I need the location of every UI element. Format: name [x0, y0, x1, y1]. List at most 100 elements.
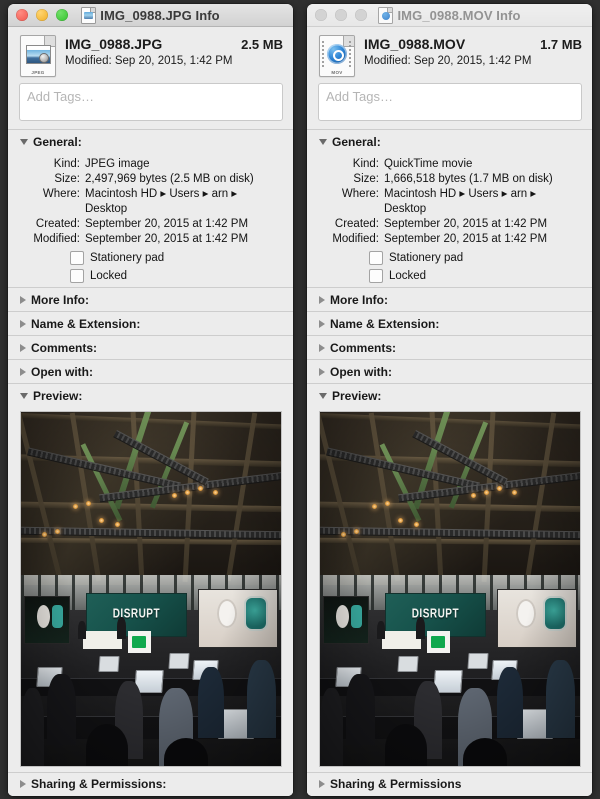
file-header-jpg: JPEG IMG_0988.JPG 2.5 MB Modified: Sep 2…: [8, 27, 293, 83]
row-label: Where:: [42, 188, 80, 200]
section-title: More Info:: [330, 292, 388, 307]
preview-image[interactable]: DISRUPT: [319, 411, 581, 767]
disclosure-triangle-open-icon[interactable]: [20, 393, 28, 399]
zoom-button[interactable]: [56, 9, 68, 21]
checkbox-stationery-pad[interactable]: Stationery pad: [369, 251, 584, 265]
section-preview-header[interactable]: Preview:: [307, 383, 592, 407]
row-value: JPEG image: [85, 158, 150, 170]
checkbox-label: Locked: [389, 270, 427, 282]
zoom-button[interactable]: [355, 9, 367, 21]
disclosure-triangle-closed-icon[interactable]: [319, 780, 325, 788]
desktop-background: IMG_0988.JPG Info JPEG IMG_0988.JPG 2.5 …: [0, 0, 600, 799]
disclosure-triangle-closed-icon[interactable]: [20, 343, 26, 352]
disclosure-triangle-closed-icon[interactable]: [20, 780, 26, 788]
quicktime-file-icon[interactable]: MOV: [319, 35, 355, 77]
checkbox-box[interactable]: [70, 269, 84, 283]
row-value: September 20, 2015 at 1:42 PM: [85, 233, 249, 245]
section-title: Open with:: [330, 364, 392, 379]
row-value-cont: Desktop: [384, 203, 427, 215]
checkbox-box[interactable]: [369, 269, 383, 283]
info-row-modified: Modified: September 20, 2015 at 1:42 PM: [307, 232, 584, 247]
disclosure-triangle-open-icon[interactable]: [20, 139, 28, 145]
window-title: IMG_0988.JPG Info: [100, 7, 220, 23]
row-value: Macintosh HD ▸ Users ▸ arn ▸: [384, 188, 537, 200]
minimize-button[interactable]: [36, 9, 48, 21]
tags-input[interactable]: Add Tags…: [318, 83, 582, 121]
section-title: More Info:: [31, 292, 89, 307]
jpeg-document-icon: [81, 6, 97, 24]
quicktime-document-icon: [378, 6, 394, 24]
disclosure-triangle-closed-icon[interactable]: [319, 367, 325, 376]
checkbox-locked[interactable]: Locked: [369, 269, 584, 283]
checkbox-locked[interactable]: Locked: [70, 269, 285, 283]
general-body-mov: Kind: QuickTime movie Size: 1,666,518 by…: [307, 153, 592, 287]
section-sharing-permissions-header[interactable]: Sharing & Permissions: [307, 772, 592, 796]
disclosure-triangle-closed-icon[interactable]: [20, 295, 26, 304]
disclosure-triangle-closed-icon[interactable]: [319, 343, 325, 352]
tags-wrap-jpg: Add Tags…: [8, 83, 293, 129]
file-header-mov: MOV IMG_0988.MOV 1.7 MB Modified: Sep 20…: [307, 27, 592, 83]
disclosure-triangle-open-icon[interactable]: [319, 139, 327, 145]
row-value: September 20, 2015 at 1:42 PM: [384, 233, 548, 245]
checkbox-stationery-pad[interactable]: Stationery pad: [70, 251, 285, 265]
section-comments-header[interactable]: Comments:: [8, 335, 293, 359]
general-body-jpg: Kind: JPEG image Size: 2,497,969 bytes (…: [8, 153, 293, 287]
section-title: General:: [332, 134, 381, 149]
section-comments-header[interactable]: Comments:: [307, 335, 592, 359]
disclosure-triangle-closed-icon[interactable]: [20, 367, 26, 376]
row-label: Modified:: [332, 233, 379, 245]
section-title: Preview:: [332, 388, 382, 403]
tags-placeholder: Add Tags…: [326, 89, 393, 104]
row-value: 1,666,518 bytes (1.7 MB on disk): [384, 173, 553, 185]
row-value: QuickTime movie: [384, 158, 473, 170]
section-general-header[interactable]: General:: [307, 129, 592, 153]
preview-scene: DISRUPT: [320, 412, 580, 766]
info-row-where-cont: Desktop: [8, 202, 285, 217]
section-title: Name & Extension:: [31, 316, 141, 331]
info-row-created: Created: September 20, 2015 at 1:42 PM: [307, 217, 584, 232]
window-title: IMG_0988.MOV Info: [397, 7, 521, 23]
checkbox-box[interactable]: [369, 251, 383, 265]
section-open-with-header[interactable]: Open with:: [8, 359, 293, 383]
row-label: Kind:: [53, 158, 80, 170]
jpeg-file-icon[interactable]: JPEG: [20, 35, 56, 77]
row-value-cont: Desktop: [85, 203, 128, 215]
close-button[interactable]: [16, 9, 28, 21]
file-name: IMG_0988.JPG: [65, 36, 163, 52]
disclosure-triangle-closed-icon[interactable]: [319, 295, 325, 304]
titlebar-jpg[interactable]: IMG_0988.JPG Info: [8, 4, 293, 27]
tags-input[interactable]: Add Tags…: [19, 83, 283, 121]
info-window-jpg[interactable]: IMG_0988.JPG Info JPEG IMG_0988.JPG 2.5 …: [8, 4, 293, 796]
section-title: Comments:: [31, 340, 98, 355]
preview-image[interactable]: DISRUPT: [20, 411, 282, 767]
section-preview-header[interactable]: Preview:: [8, 383, 293, 407]
traffic-lights-mov: [315, 9, 367, 21]
checkbox-box[interactable]: [70, 251, 84, 265]
file-name: IMG_0988.MOV: [364, 36, 466, 52]
checkbox-label: Locked: [90, 270, 128, 282]
section-title: General:: [33, 134, 82, 149]
file-size: 1.7 MB: [540, 37, 582, 52]
row-label: Created:: [35, 218, 80, 230]
section-title: Name & Extension:: [330, 316, 440, 331]
section-more-info-header[interactable]: More Info:: [8, 287, 293, 311]
preview-body-jpg: DISRUPT: [8, 407, 293, 772]
section-name-extension-header[interactable]: Name & Extension:: [307, 311, 592, 335]
row-value: 2,497,969 bytes (2.5 MB on disk): [85, 173, 254, 185]
disclosure-triangle-closed-icon[interactable]: [319, 319, 325, 328]
section-general-header[interactable]: General:: [8, 129, 293, 153]
disclosure-triangle-closed-icon[interactable]: [20, 319, 26, 328]
icon-kind-tag: MOV: [331, 69, 343, 75]
section-title: Preview:: [33, 388, 83, 403]
info-body-mov: MOV IMG_0988.MOV 1.7 MB Modified: Sep 20…: [307, 27, 592, 796]
info-window-mov[interactable]: IMG_0988.MOV Info MOV IMG_0988.MOV 1.7 M…: [307, 4, 592, 796]
section-sharing-permissions-header[interactable]: Sharing & Permissions:: [8, 772, 293, 796]
close-button[interactable]: [315, 9, 327, 21]
titlebar-mov[interactable]: IMG_0988.MOV Info: [307, 4, 592, 27]
section-more-info-header[interactable]: More Info:: [307, 287, 592, 311]
section-name-extension-header[interactable]: Name & Extension:: [8, 311, 293, 335]
section-open-with-header[interactable]: Open with:: [307, 359, 592, 383]
minimize-button[interactable]: [335, 9, 347, 21]
disclosure-triangle-open-icon[interactable]: [319, 393, 327, 399]
info-row-kind: Kind: QuickTime movie: [307, 157, 584, 172]
